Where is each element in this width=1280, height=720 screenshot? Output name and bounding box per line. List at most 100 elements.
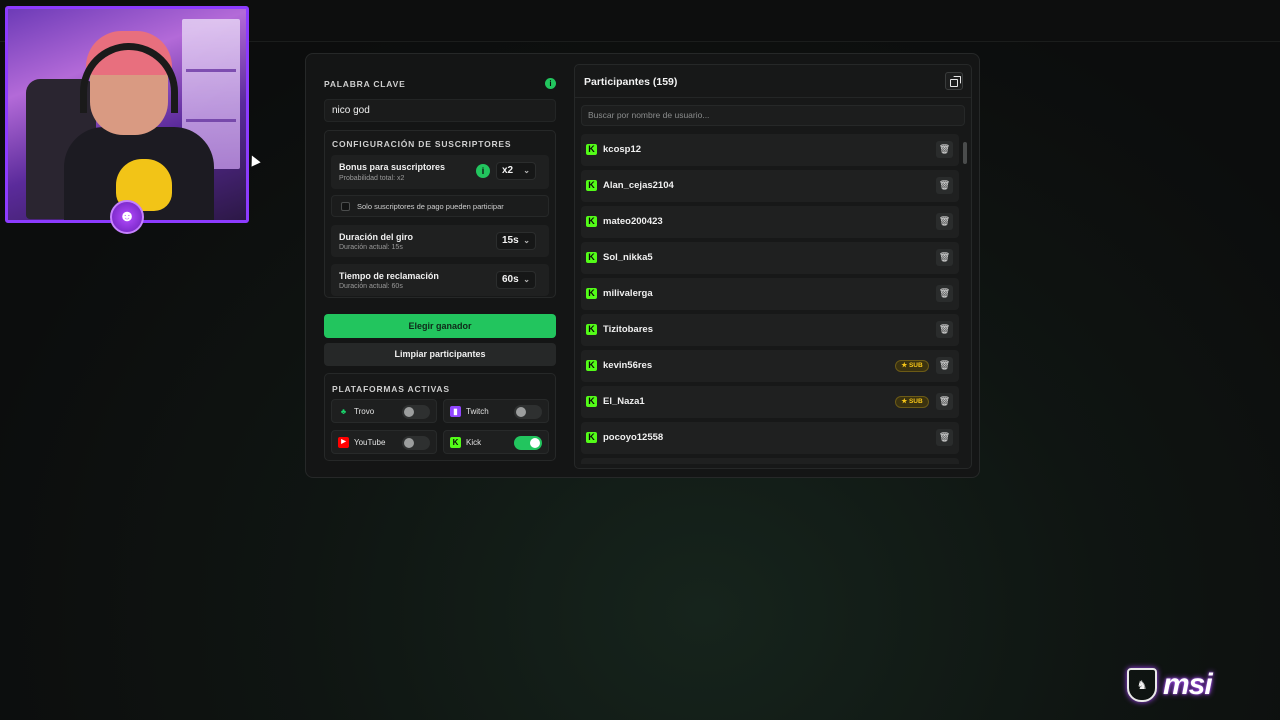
keyword-label: PALABRA CLAVE	[324, 78, 406, 89]
claim-time-select[interactable]: 60s ⌄	[496, 271, 536, 289]
twitch-icon: ▮	[450, 406, 461, 417]
msi-logo: ♞ msi	[1127, 668, 1213, 702]
participant-search-input[interactable]: Buscar por nombre de usuario...	[581, 105, 965, 126]
list-item[interactable]: K kcosp12 🗑	[581, 134, 959, 166]
paid-only-checkbox[interactable]	[341, 202, 350, 211]
bonus-select[interactable]: x2 ⌄	[496, 162, 536, 180]
trash-icon[interactable]: 🗑	[936, 429, 953, 446]
kick-icon: K	[586, 216, 597, 227]
webcam-overlay	[5, 6, 249, 223]
chevron-down-icon: ⌄	[523, 166, 530, 175]
subscriber-settings: CONFIGURACIÓN DE SUSCRIPTORES Bonus para…	[324, 130, 556, 298]
mouse-cursor-icon	[247, 153, 261, 167]
msi-wordmark: msi	[1163, 668, 1213, 701]
settings-column: PALABRA CLAVE i nico god CONFIGURACIÓN D…	[316, 64, 556, 469]
kick-icon: K	[586, 252, 597, 263]
participant-name: kcosp12	[603, 144, 642, 155]
kick-icon: K	[586, 144, 597, 155]
kick-icon: K	[586, 288, 597, 299]
platform-twitch: ▮ Twitch	[443, 399, 549, 423]
trash-icon[interactable]: 🗑	[936, 357, 953, 374]
platform-label: Kick	[466, 438, 482, 447]
trash-icon[interactable]: 🗑	[936, 213, 953, 230]
spin-duration-subtitle: Duración actual: 15s	[339, 244, 403, 251]
trash-icon[interactable]: 🗑	[936, 321, 953, 338]
keyword-header: PALABRA CLAVE i	[324, 78, 556, 89]
participant-name: kevin56res	[603, 360, 653, 371]
spin-duration-title: Duración del giro	[339, 232, 414, 242]
claim-time-value: 60s	[502, 274, 519, 285]
list-item[interactable]: K Sol_nikka5 🗑	[581, 242, 959, 274]
active-platforms: PLATAFORMAS ACTIVAS ♣ Trovo ▮ Twitch ▶ Y…	[324, 373, 556, 461]
bonus-value: x2	[502, 165, 514, 176]
chevron-down-icon: ⌄	[523, 236, 530, 245]
participants-list: K kcosp12 🗑 K Alan_cejas2104 🗑 K mateo20…	[581, 134, 959, 464]
clear-participants-button[interactable]: Limpiar participantes	[324, 343, 556, 366]
claim-time-title: Tiempo de reclamación	[339, 271, 439, 281]
youtube-icon: ▶	[338, 437, 349, 448]
bonus-title: Bonus para suscriptores	[339, 162, 446, 172]
list-item[interactable]: K Alan_cejas2104 🗑	[581, 170, 959, 202]
platform-label: Trovo	[354, 407, 375, 416]
platform-youtube: ▶ YouTube	[331, 430, 437, 454]
list-item[interactable]: K Tizitobares 🗑	[581, 314, 959, 346]
kick-toggle[interactable]	[514, 436, 542, 450]
trash-icon[interactable]: 🗑	[936, 249, 953, 266]
trash-icon[interactable]: 🗑	[936, 393, 953, 410]
platform-trovo: ♣ Trovo	[331, 399, 437, 423]
info-icon[interactable]: i	[545, 78, 556, 89]
platform-kick: K Kick	[443, 430, 549, 454]
participant-name: Alan_cejas2104	[603, 180, 674, 191]
sub-badge: ★ SUB	[895, 396, 929, 408]
trovo-toggle[interactable]	[402, 405, 430, 419]
spin-duration-select[interactable]: 15s ⌄	[496, 232, 536, 250]
kick-icon: K	[586, 432, 597, 443]
keyword-input[interactable]: nico god	[324, 99, 556, 122]
sub-badge: ★ SUB	[895, 360, 929, 372]
platforms-title: PLATAFORMAS ACTIVAS	[332, 384, 450, 394]
platform-label: Twitch	[466, 407, 489, 416]
list-item[interactable]: K pocoyo12558 🗑	[581, 422, 959, 454]
pick-winner-button[interactable]: Elegir ganador	[324, 314, 556, 338]
claim-time-subtitle: Duración actual: 60s	[339, 283, 403, 290]
participant-name: Sol_nikka5	[603, 252, 653, 263]
twitch-toggle[interactable]	[514, 405, 542, 419]
participant-name: mateo200423	[603, 216, 663, 227]
list-item[interactable]: K El_Naza1 ★ SUB 🗑	[581, 386, 959, 418]
scroll-thumb[interactable]	[963, 142, 967, 164]
trash-icon[interactable]: 🗑	[936, 141, 953, 158]
participant-name: milivalerga	[603, 288, 653, 299]
bonus-row: Bonus para suscriptores Probabilidad tot…	[331, 155, 549, 189]
chevron-down-icon: ⌄	[523, 275, 530, 284]
paid-only-row[interactable]: Solo suscriptores de pago pueden partici…	[331, 195, 549, 217]
copy-icon[interactable]	[945, 72, 963, 90]
giveaway-panel: PALABRA CLAVE i nico god CONFIGURACIÓN D…	[305, 53, 980, 478]
list-item[interactable]: K milivalerga 🗑	[581, 278, 959, 310]
trovo-icon: ♣	[340, 407, 347, 416]
trash-icon[interactable]: 🗑	[936, 285, 953, 302]
list-item[interactable]: K	[581, 458, 959, 464]
kick-icon: K	[586, 396, 597, 407]
participant-name: pocoyo12558	[603, 432, 664, 443]
bonus-info-icon[interactable]: i	[476, 164, 490, 178]
subscriber-settings-title: CONFIGURACIÓN DE SUSCRIPTORES	[332, 139, 512, 149]
spin-duration-row: Duración del giro Duración actual: 15s 1…	[331, 225, 549, 257]
participant-name: Tizitobares	[603, 324, 653, 335]
youtube-toggle[interactable]	[402, 436, 430, 450]
spin-duration-value: 15s	[502, 235, 519, 246]
channel-badge-icon: ☻	[110, 200, 144, 234]
paid-only-label: Solo suscriptores de pago pueden partici…	[357, 202, 504, 211]
participants-title: Participantes (159)	[584, 76, 678, 88]
list-item[interactable]: K kevin56res ★ SUB 🗑	[581, 350, 959, 382]
participant-name: El_Naza1	[603, 396, 645, 407]
kick-icon: K	[450, 437, 461, 448]
kick-icon: K	[586, 360, 597, 371]
participants-column: Participantes (159) Buscar por nombre de…	[574, 64, 972, 469]
claim-time-row: Tiempo de reclamación Duración actual: 6…	[331, 264, 549, 296]
platform-label: YouTube	[354, 438, 386, 447]
trash-icon[interactable]: 🗑	[936, 177, 953, 194]
list-item[interactable]: K mateo200423 🗑	[581, 206, 959, 238]
participants-scrollbar[interactable]	[963, 134, 967, 464]
msi-dragon-icon: ♞	[1127, 668, 1157, 702]
divider	[575, 97, 971, 98]
